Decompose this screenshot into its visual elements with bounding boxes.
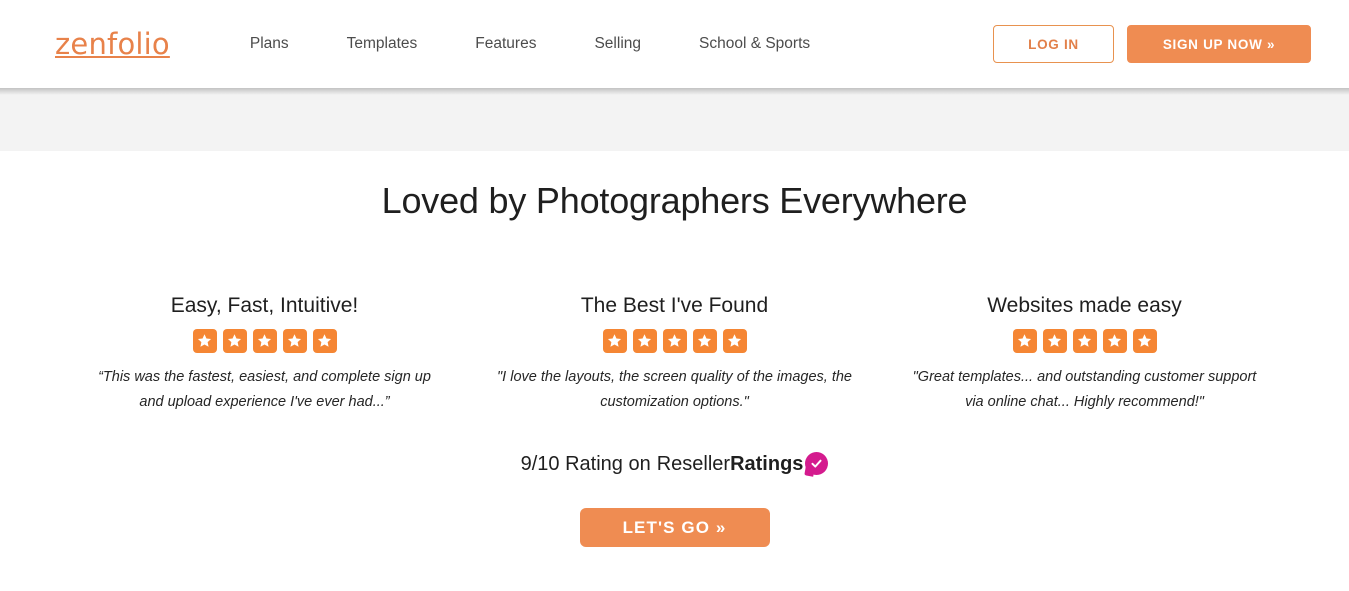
- star-icon: [602, 328, 627, 353]
- star-icon: [1072, 328, 1097, 353]
- nav-item-features[interactable]: Features: [475, 36, 536, 52]
- site-header: zenfolio Plans Templates Features Sellin…: [0, 0, 1349, 88]
- lets-go-button[interactable]: LET'S GO »: [579, 508, 770, 548]
- testimonial-row: Easy, Fast, Intuitive! “This was the fas…: [0, 293, 1349, 414]
- reseller-ratings-brand-light: Reseller: [656, 453, 731, 476]
- star-icon: [1012, 328, 1037, 353]
- star-icon: [632, 328, 657, 353]
- testimonial-title: Websites made easy: [987, 294, 1182, 318]
- star-icon: [1102, 328, 1127, 353]
- reseller-ratings-brand-bold: Ratings: [730, 453, 804, 476]
- nav-item-plans[interactable]: Plans: [250, 36, 289, 52]
- star-icon: [252, 328, 277, 353]
- star-icon: [662, 328, 687, 353]
- reseller-ratings-line: 9/10 Rating on Reseller Ratings: [0, 452, 1349, 478]
- testimonial-card-3: Websites made easy "Great templates... a…: [880, 293, 1290, 414]
- testimonial-card-1: Easy, Fast, Intuitive! “This was the fas…: [60, 293, 470, 414]
- star-icon: [722, 328, 747, 353]
- star-rating-1: [70, 328, 460, 353]
- testimonial-quote: “This was the fastest, easiest, and comp…: [98, 368, 431, 410]
- testimonial-quote: "I love the layouts, the screen quality …: [497, 368, 852, 410]
- testimonial-title: The Best I've Found: [580, 294, 769, 318]
- cta-wrapper: LET'S GO »: [0, 508, 1349, 548]
- rating-score-text: 9/10 Rating on: [520, 453, 651, 476]
- star-icon: [692, 328, 717, 353]
- nav-item-templates[interactable]: Templates: [347, 36, 418, 52]
- page-title: Loved by Photographers Everywhere: [381, 180, 968, 221]
- testimonial-card-2: The Best I've Found "I love the layouts,…: [470, 293, 880, 414]
- star-icon: [282, 328, 307, 353]
- star-rating-3: [890, 328, 1280, 353]
- star-icon: [222, 328, 247, 353]
- nav-item-selling[interactable]: Selling: [594, 36, 641, 52]
- star-icon: [1042, 328, 1067, 353]
- star-icon: [192, 328, 217, 353]
- star-icon: [312, 328, 337, 353]
- star-icon: [1132, 328, 1157, 353]
- testimonials-section: Loved by Photographers Everywhere Easy, …: [0, 151, 1349, 548]
- star-rating-2: [480, 328, 870, 353]
- page-section-divider-band: [0, 88, 1349, 151]
- log-in-button[interactable]: LOG IN: [993, 25, 1114, 63]
- nav-item-school-sports[interactable]: School & Sports: [699, 36, 810, 52]
- main-navigation: Plans Templates Features Selling School …: [250, 36, 810, 52]
- testimonial-quote: "Great templates... and outstanding cust…: [912, 368, 1257, 410]
- check-badge-icon: [804, 452, 829, 478]
- header-actions: LOG IN SIGN UP NOW »: [993, 25, 1311, 63]
- sign-up-now-button[interactable]: SIGN UP NOW »: [1127, 25, 1311, 63]
- brand-logo[interactable]: zenfolio: [55, 29, 170, 59]
- testimonial-title: Easy, Fast, Intuitive!: [170, 294, 359, 318]
